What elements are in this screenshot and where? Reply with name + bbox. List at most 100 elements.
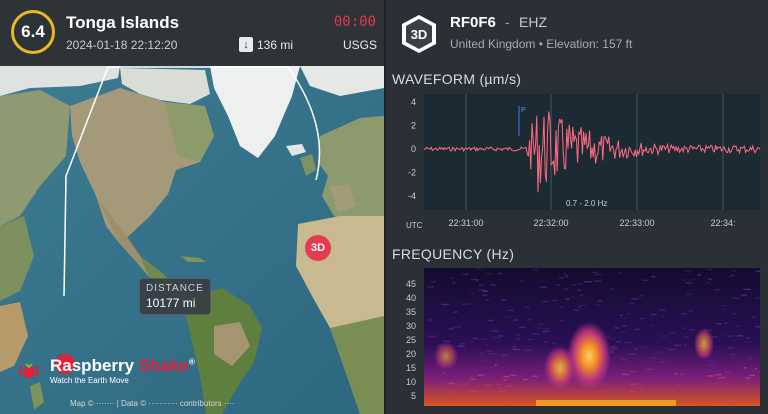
spectrogram-noise xyxy=(524,349,533,351)
spectrogram-y-tick: 30 xyxy=(406,321,416,331)
spectrogram-noise xyxy=(503,379,508,381)
spectrogram-y-tick: 25 xyxy=(406,335,416,345)
spectrogram-noise xyxy=(453,311,458,313)
spectrogram-noise xyxy=(649,357,656,359)
spectrogram-y-tick: 10 xyxy=(406,377,416,387)
frequency-title: FREQUENCY (Hz) xyxy=(392,246,515,262)
spectrogram-noise xyxy=(537,327,541,329)
spectrogram-noise xyxy=(755,326,761,328)
spectrogram-noise xyxy=(651,313,657,316)
station-badge-label: 3D xyxy=(411,27,428,42)
spectrogram-noise xyxy=(523,378,528,381)
map-attribution[interactable]: Map © ······· | Data © ··········· contr… xyxy=(70,399,235,408)
spectrogram-noise xyxy=(488,353,496,355)
spectrogram-noise xyxy=(565,298,570,300)
spectrogram-noise xyxy=(573,309,580,311)
spectrogram-noise xyxy=(459,343,466,345)
spectrogram-noise xyxy=(708,278,712,280)
spectrogram-noise xyxy=(687,310,695,312)
spectrogram-noise xyxy=(612,348,618,350)
spectrogram-noise xyxy=(730,353,736,356)
spectrogram-noise xyxy=(564,273,567,275)
spectrogram-noise xyxy=(486,350,493,353)
filter-label: 0.7 - 2.0 Hz xyxy=(566,199,607,208)
spectrogram-noise xyxy=(727,347,734,349)
spectrogram-noise xyxy=(443,340,450,343)
spectrogram-noise xyxy=(427,286,434,288)
spectrogram-noise xyxy=(428,400,433,402)
spectrogram-noise xyxy=(508,309,514,312)
spectrogram-noise xyxy=(496,384,501,386)
spectrogram-noise xyxy=(480,352,483,354)
spectrogram-noise xyxy=(571,296,575,298)
spectrogram-noise xyxy=(482,294,487,296)
spectrogram-noise xyxy=(730,274,735,277)
spectrogram-noise xyxy=(482,290,489,293)
spectrogram-noise xyxy=(591,271,598,274)
spectrogram-noise xyxy=(441,303,449,306)
raspberry-shake-logo-icon xyxy=(19,363,39,378)
spectrogram-noise xyxy=(735,325,742,327)
spectrogram-noise xyxy=(697,274,701,276)
spectrogram-noise xyxy=(507,400,511,402)
station-badge-icon: 3D xyxy=(402,15,436,53)
spectrogram-noise xyxy=(492,336,501,339)
spectrogram-noise xyxy=(620,358,627,360)
station-marker[interactable]: 3D xyxy=(305,235,331,261)
spectrogram-noise xyxy=(564,288,569,290)
event-depth: ↓ 136 mi xyxy=(239,37,293,52)
p-wave-marker-label: P xyxy=(521,107,526,114)
spectrogram-noise xyxy=(462,273,469,275)
distance-label: DISTANCE xyxy=(146,283,204,294)
event-header[interactable]: 6.4 Tonga Islands 2024-01-18 22:12:20 00… xyxy=(0,0,384,66)
waveform-x-tick: 22:31:00 xyxy=(448,218,483,228)
waveform-chart[interactable]: 4 2 0 -2 -4 22:31:00 22:32:00 22:33:00 22:34: P… xyxy=(386,90,768,240)
spectrogram-noise xyxy=(452,282,456,284)
depth-value: 136 mi xyxy=(257,37,294,52)
spectrogram-noise xyxy=(578,306,581,308)
spectrogram-y-tick: 15 xyxy=(406,363,416,373)
spectrogram-noise xyxy=(714,374,722,376)
logo-word-shake: Shake xyxy=(138,356,189,375)
spectrogram-noise xyxy=(732,312,737,315)
spectrogram-noise xyxy=(700,400,708,402)
spectrogram-noise xyxy=(593,280,602,282)
waveform-title: WAVEFORM (µm/s) xyxy=(392,71,522,87)
raspberry-shake-logo[interactable]: Raspberry Shake® Watch the Earth Move xyxy=(16,357,195,385)
spectrogram-noise xyxy=(483,384,492,387)
spectrogram-noise xyxy=(594,273,602,276)
spectrogram-noise xyxy=(754,368,758,370)
spectrogram-noise xyxy=(644,361,651,363)
spectrogram-noise xyxy=(461,397,465,399)
spectrogram-noise xyxy=(668,348,676,351)
spectrogram-noise xyxy=(431,281,436,283)
spectrogram-chart[interactable]: 45 40 35 30 25 20 15 10 5 xyxy=(386,264,768,414)
station-panel: 3D RF0F6 - EHZ United Kingdom • Elevatio… xyxy=(386,0,768,414)
spectrogram-noise xyxy=(476,279,479,281)
event-location: Tonga Islands xyxy=(66,13,180,32)
logo-word-raspberry: Raspberry xyxy=(50,356,139,375)
spectrogram-noise xyxy=(485,344,489,346)
spectrogram-noise xyxy=(594,304,600,306)
spectrogram-noise xyxy=(601,390,607,392)
spectrogram-noise xyxy=(485,298,489,301)
station-info: United Kingdom • Elevation: 157 ft xyxy=(450,37,633,51)
waveform-plot-area xyxy=(424,94,760,210)
spectrogram-noise xyxy=(610,346,617,348)
spectrogram-noise xyxy=(706,375,714,377)
spectrogram-noise xyxy=(428,319,433,321)
countdown-timer: 00:00 xyxy=(333,14,376,30)
spectrogram-noise xyxy=(747,358,754,360)
spectrogram-noise xyxy=(634,328,640,331)
spectrogram-noise xyxy=(498,387,503,390)
spectrogram-noise xyxy=(482,338,488,340)
spectrogram-noise xyxy=(706,282,711,284)
spectrogram-noise xyxy=(619,331,626,333)
spectrogram-noise xyxy=(715,323,722,325)
spectrogram-y-tick: 45 xyxy=(406,279,416,289)
spectrogram-noise xyxy=(486,273,493,275)
spectrogram-noise xyxy=(721,305,728,307)
spectrogram-noise xyxy=(673,373,678,375)
spectrogram-noise xyxy=(570,284,577,286)
spectrogram-noise xyxy=(619,314,623,317)
